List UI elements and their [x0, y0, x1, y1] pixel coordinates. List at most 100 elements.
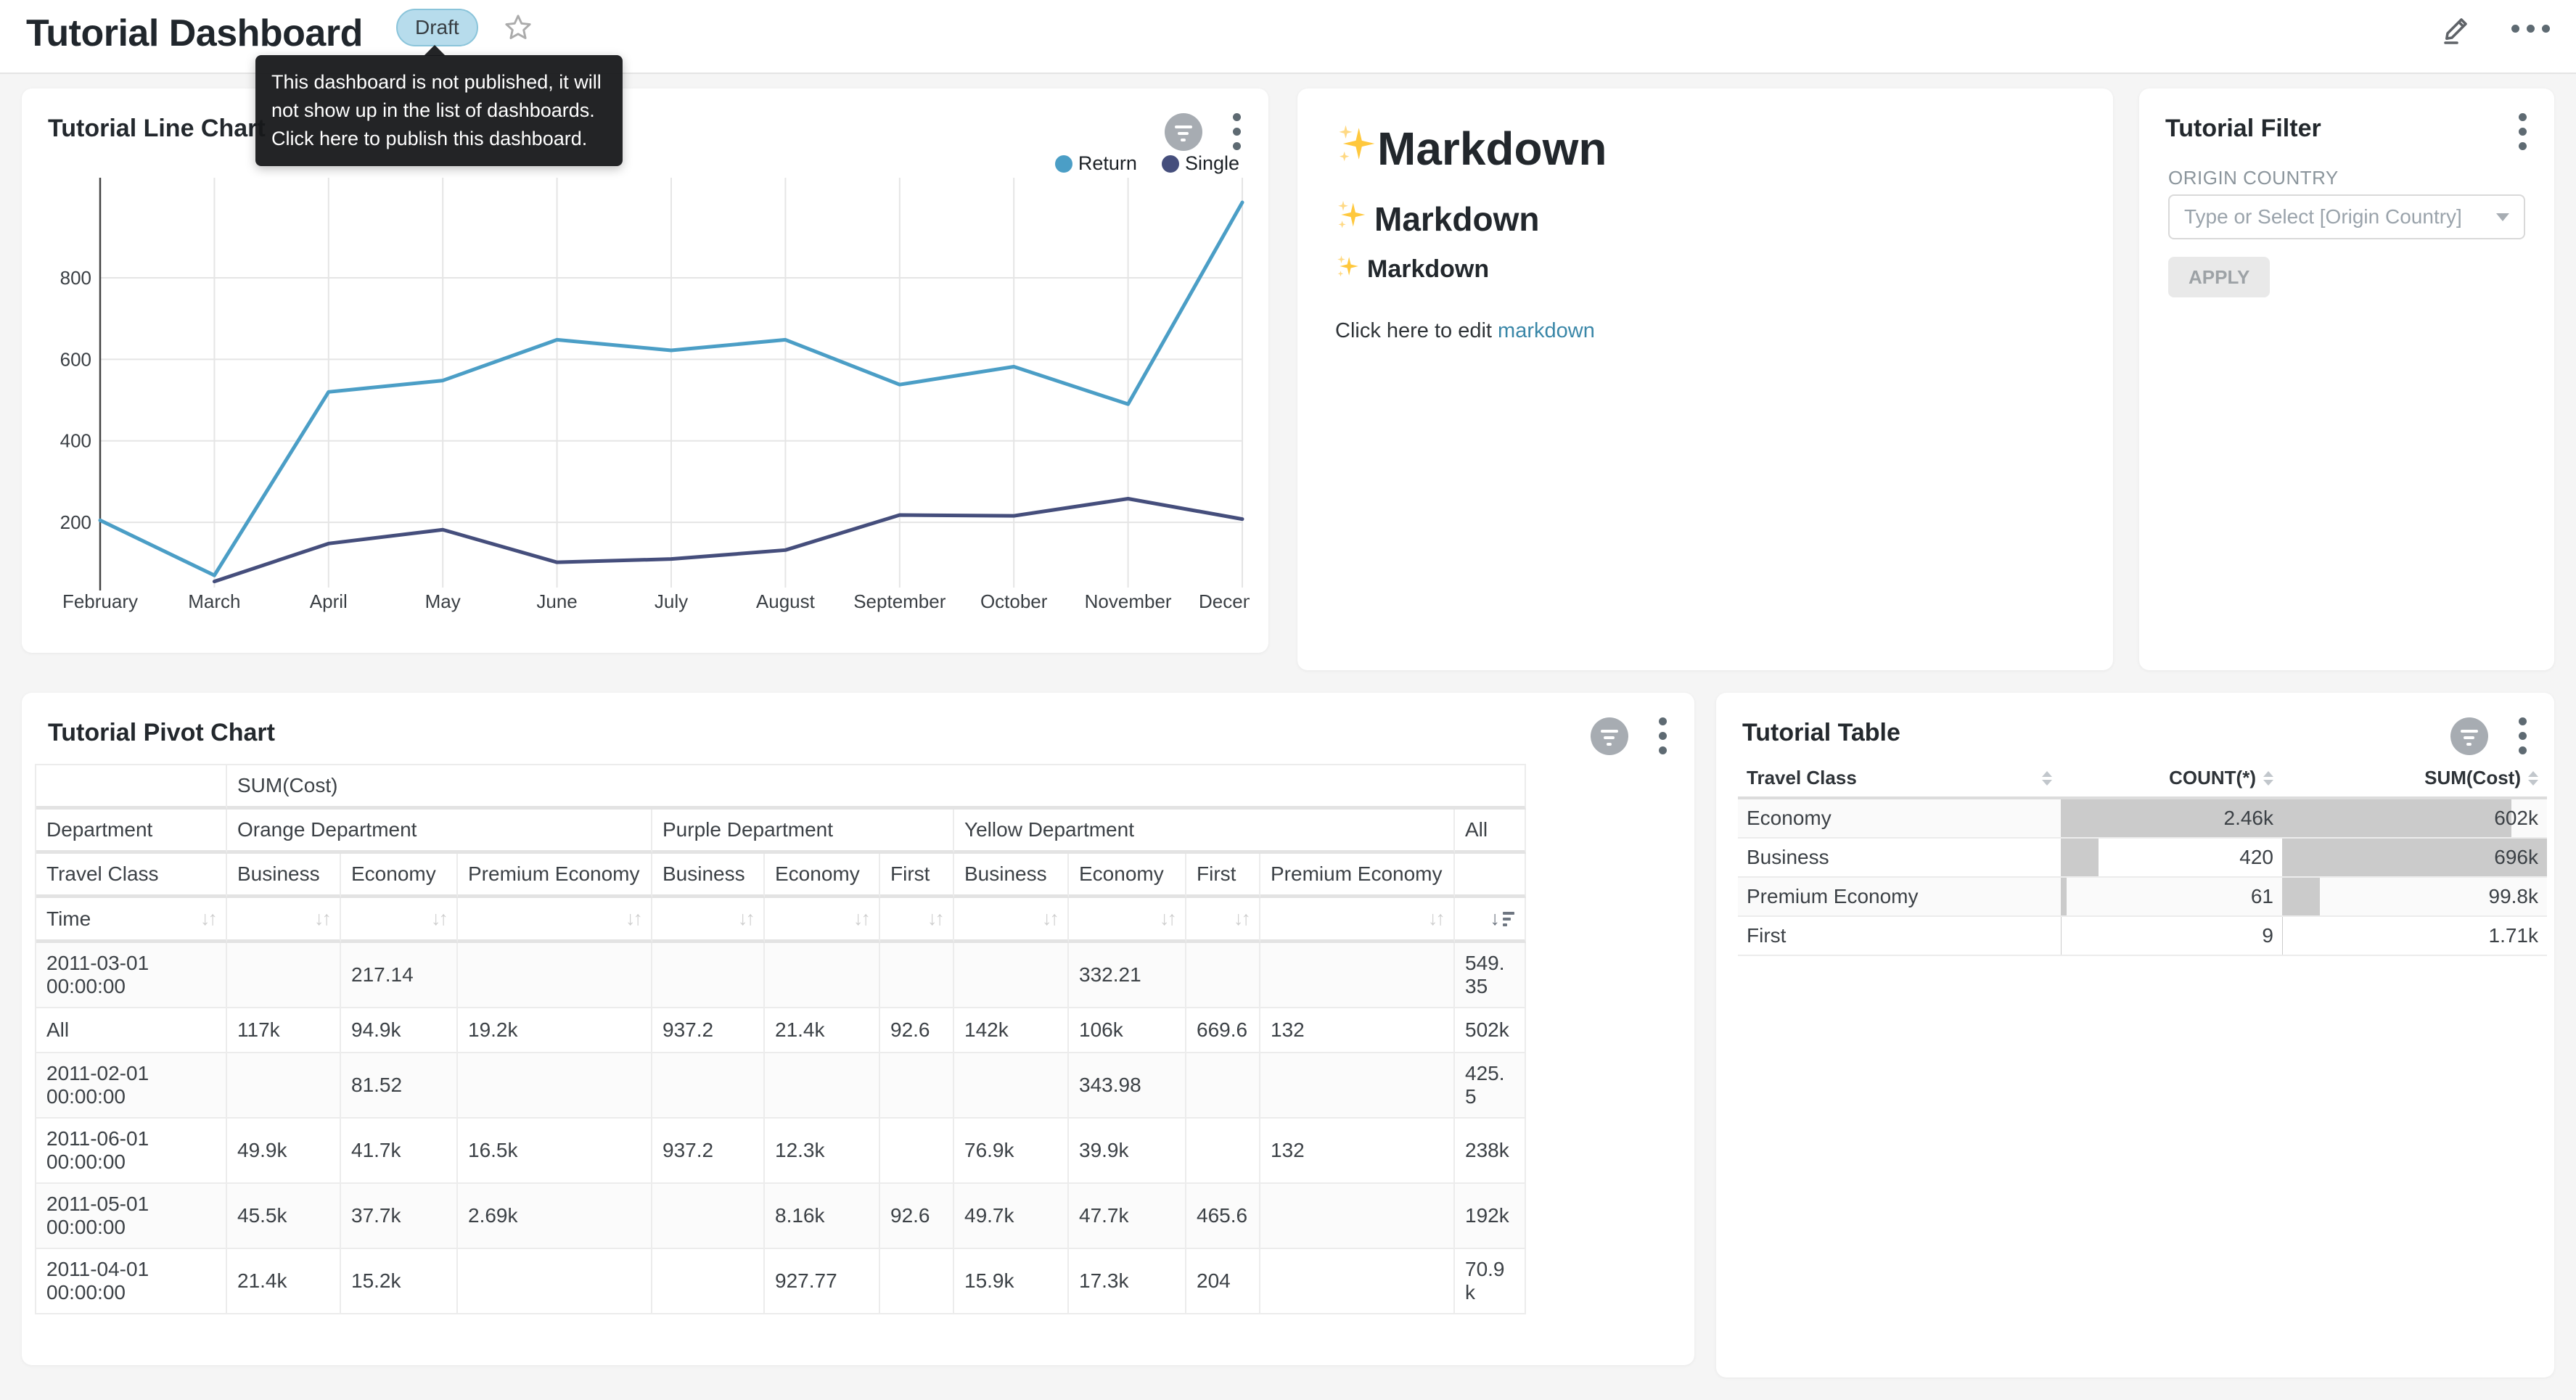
pivot-cell: 502k — [1455, 1008, 1526, 1053]
pivot-cell: 332.21 — [1069, 943, 1186, 1008]
pivot-cell: 37.7k — [341, 1184, 458, 1249]
pivot-travel-class-header — [1455, 854, 1526, 898]
pivot-row-label: 2011-02-01 00:00:00 — [36, 1053, 227, 1119]
travel-class-cell: Business — [1738, 839, 2061, 878]
travel-class-cell: Premium Economy — [1738, 878, 2061, 917]
filter-indicator-icon[interactable] — [1591, 717, 1628, 755]
sort-arrows-icon[interactable]: ↓↑ — [738, 907, 753, 930]
pivot-row-label: 2011-04-01 00:00:00 — [36, 1249, 227, 1314]
pivot-cell: 21.4k — [227, 1249, 341, 1314]
chevron-down-icon — [2496, 213, 2509, 221]
pivot-cell — [954, 943, 1069, 1008]
pivot-cell — [765, 1053, 880, 1119]
pivot-cell: 669.6 — [1186, 1008, 1260, 1053]
table-column-header[interactable]: SUM(Cost) — [2282, 759, 2547, 799]
chart-kebab-menu-icon[interactable] — [1227, 110, 1247, 153]
x-axis-month-label: May — [425, 590, 461, 612]
legend-item-return[interactable]: Return — [1055, 152, 1137, 175]
pivot-cell: 39.9k — [1069, 1119, 1186, 1184]
markdown-h3-text: Markdown — [1367, 255, 1489, 284]
filter-indicator-icon[interactable] — [1165, 113, 1202, 151]
sort-caret-icon[interactable] — [2528, 771, 2538, 786]
pivot-cell — [1186, 1119, 1260, 1184]
legend-item-single[interactable]: Single — [1162, 152, 1239, 175]
pivot-cell: 15.9k — [954, 1249, 1069, 1314]
sort-arrows-icon[interactable]: ↓↑ — [625, 907, 641, 930]
sort-caret-icon[interactable] — [2263, 771, 2273, 786]
pivot-cell: 15.2k — [341, 1249, 458, 1314]
sort-arrows-icon[interactable]: ↓↑ — [1042, 907, 1057, 930]
pivot-cell — [880, 1119, 954, 1184]
sort-caret-icon[interactable] — [2042, 771, 2052, 786]
pivot-travel-class-label: Travel Class — [36, 854, 227, 898]
pivot-cell: 8.16k — [765, 1184, 880, 1249]
apply-button[interactable]: APPLY — [2168, 257, 2270, 297]
pivot-travel-class-header: First — [1186, 854, 1260, 898]
pivot-sort-cell: ↓↑ — [1069, 898, 1186, 943]
markdown-edit-link[interactable]: markdown — [1498, 319, 1595, 342]
pivot-cell: 21.4k — [765, 1008, 880, 1053]
chart-kebab-menu-icon[interactable] — [1653, 715, 1673, 757]
sort-arrows-icon[interactable]: ↓↑ — [927, 907, 943, 930]
x-axis-month-label: July — [655, 590, 688, 612]
sort-descending-icon[interactable]: ↓ — [1490, 907, 1515, 930]
table-column-header[interactable]: Travel Class — [1738, 759, 2061, 799]
favorite-star-icon[interactable] — [502, 12, 534, 44]
pivot-cell: 19.2k — [458, 1008, 652, 1053]
pivot-cell — [458, 1249, 652, 1314]
sort-arrows-icon[interactable]: ↓↑ — [1234, 907, 1249, 930]
origin-country-select[interactable]: Type or Select [Origin Country] — [2168, 194, 2525, 239]
edit-dashboard-icon[interactable] — [2439, 10, 2474, 46]
pivot-data-row: 2011-04-01 00:00:0021.4k15.2k927.7715.9k… — [36, 1249, 1526, 1314]
sum-cell: 602k — [2282, 799, 2547, 839]
draft-tooltip: This dashboard is not published, it will… — [255, 55, 623, 166]
pivot-data-row: 2011-03-01 00:00:00217.14332.21549.35 — [36, 943, 1526, 1008]
table-column-header[interactable]: COUNT(*) — [2061, 759, 2282, 799]
pivot-cell: 41.7k — [341, 1119, 458, 1184]
dashboard-more-menu-icon[interactable] — [2511, 10, 2550, 46]
y-axis-tick-label: 800 — [60, 267, 91, 289]
line-chart-plot[interactable]: 200400600800FebruaryMarchAprilMayJuneJul… — [22, 176, 1250, 653]
pivot-sort-cell: ↓↑ — [652, 898, 765, 943]
pivot-sort-cell: ↓↑ — [458, 898, 652, 943]
sort-arrows-icon[interactable]: ↓↑ — [1428, 907, 1443, 930]
pivot-row-label: All — [36, 1008, 227, 1053]
sort-arrows-icon[interactable]: ↓↑ — [314, 907, 329, 930]
pivot-cell: 94.9k — [341, 1008, 458, 1053]
chart-legend: Return Single — [1055, 152, 1239, 175]
pivot-metric-header: SUM(Cost) — [227, 765, 1526, 810]
filter-indicator-icon[interactable] — [2450, 717, 2488, 755]
pivot-cell: 343.98 — [1069, 1053, 1186, 1119]
pivot-sort-cell: ↓↑ — [227, 898, 341, 943]
sort-arrows-icon[interactable]: ↓↑ — [853, 907, 869, 930]
draft-badge[interactable]: Draft — [396, 9, 478, 46]
single-series-line[interactable] — [214, 499, 1242, 582]
pivot-cell: 92.6 — [880, 1184, 954, 1249]
pivot-department-header: Yellow Department — [954, 810, 1455, 854]
pivot-department-header: Purple Department — [652, 810, 954, 854]
draft-badge-label: Draft — [415, 16, 459, 39]
page-title: Tutorial Dashboard — [26, 12, 363, 55]
sum-cell: 1.71k — [2282, 917, 2547, 956]
sort-arrows-icon[interactable]: ↓↑ — [1160, 907, 1175, 930]
markdown-paragraph: Click here to edit markdown — [1335, 319, 1595, 343]
pivot-time-label: Time↓↑ — [36, 898, 227, 943]
pivot-data-row: 2011-06-01 00:00:0049.9k41.7k16.5k937.21… — [36, 1119, 1526, 1184]
x-axis-month-label: October — [980, 590, 1048, 612]
chart-kebab-menu-icon[interactable] — [2513, 715, 2532, 757]
sparkles-icon — [1335, 122, 1377, 176]
pivot-table-grid: SUM(Cost)DepartmentOrange DepartmentPurp… — [35, 764, 1526, 1314]
pivot-cell: 238k — [1455, 1119, 1526, 1184]
sort-arrows-icon[interactable]: ↓↑ — [200, 907, 216, 930]
sort-arrows-icon[interactable]: ↓↑ — [431, 907, 446, 930]
filter-kebab-menu-icon[interactable] — [2513, 110, 2532, 153]
value-bar — [2061, 917, 2062, 955]
pivot-travel-class-header: Business — [652, 854, 765, 898]
table-panel: Tutorial Table Travel ClassCOUNT(*)SUM(C… — [1716, 693, 2554, 1378]
pivot-cell — [954, 1053, 1069, 1119]
tooltip-text: This dashboard is not published, it will… — [271, 71, 602, 149]
count-cell: 2.46k — [2061, 799, 2282, 839]
pivot-sort-cell: ↓↑ — [880, 898, 954, 943]
x-axis-month-label: August — [756, 590, 816, 612]
x-axis-month-label: September — [853, 590, 946, 612]
